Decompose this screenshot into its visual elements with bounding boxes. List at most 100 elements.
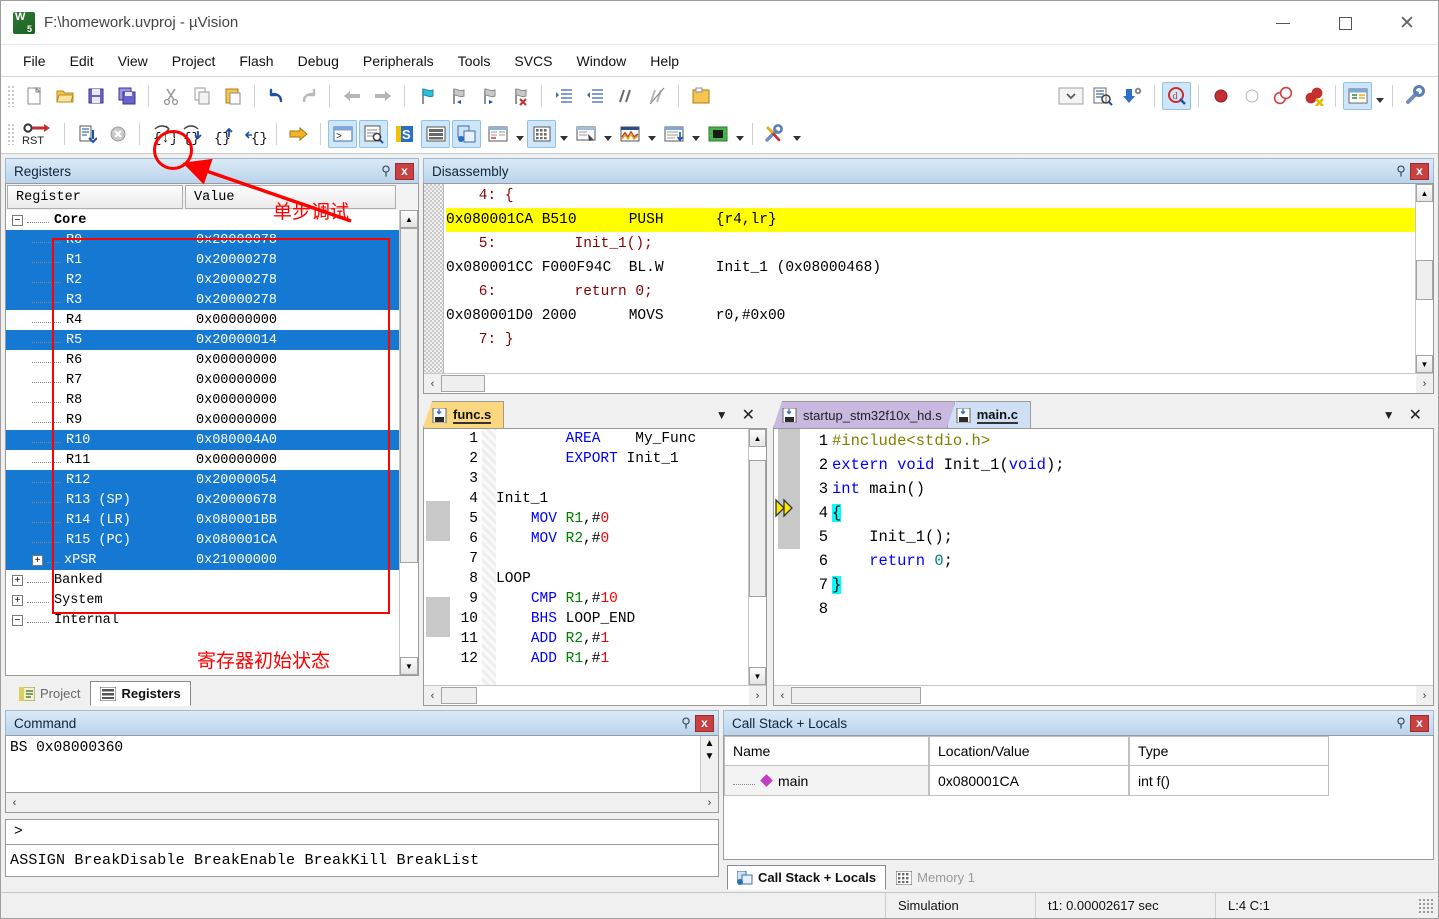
disassembly-source-line[interactable]: 4: { xyxy=(444,184,1415,208)
target-options-icon[interactable] xyxy=(1087,82,1116,110)
paste-icon[interactable] xyxy=(218,82,247,110)
editor-tab-func-s[interactable]: func.s xyxy=(423,401,505,428)
register-row[interactable]: + System xyxy=(6,590,399,610)
tree-expander-icon[interactable]: + xyxy=(12,574,23,586)
table-row[interactable]: main 0x080001CA int f() xyxy=(724,766,1433,796)
scroll-thumb[interactable] xyxy=(441,375,485,392)
tree-expander-icon[interactable]: − xyxy=(12,614,23,626)
dock-tab-project[interactable]: Project xyxy=(9,681,90,706)
register-row[interactable]: R13 (SP) 0x20000678 xyxy=(6,490,399,510)
register-row[interactable]: + xPSR 0x21000000 xyxy=(6,550,399,570)
disassembly-instruction-line[interactable]: 0x080001D0 2000 MOVS r0,#0x00 xyxy=(446,304,1415,328)
editor-left-code-line[interactable]: BHS LOOP_END xyxy=(496,609,748,629)
scroll-up-button[interactable]: ▲ xyxy=(1416,184,1433,202)
editor-left-code-line[interactable]: ADD R1,#1 xyxy=(496,649,748,669)
editor-right-code-line[interactable]: extern void Init_1(void); xyxy=(832,453,1427,477)
manage-components-icon[interactable] xyxy=(1118,82,1147,110)
callstack-row-name[interactable]: main xyxy=(724,766,929,796)
scroll-track[interactable] xyxy=(441,686,749,705)
editor-left-code-line[interactable] xyxy=(496,469,748,489)
register-row[interactable]: R10 0x080004A0 xyxy=(6,430,399,450)
scroll-thumb[interactable] xyxy=(749,460,766,597)
register-row[interactable]: − Core xyxy=(6,210,399,230)
registers-window-icon[interactable] xyxy=(421,120,450,148)
target-select-icon[interactable] xyxy=(1056,82,1085,110)
editor-left-vertical-scrollbar[interactable]: ▲ ▼ xyxy=(748,429,766,685)
tools-dropdown-icon[interactable] xyxy=(790,120,803,148)
copy-icon[interactable] xyxy=(187,82,216,110)
registers-vertical-scrollbar[interactable]: ▲ ▼ xyxy=(399,210,418,675)
new-file-icon[interactable] xyxy=(19,82,48,110)
editor-right-text[interactable]: #include<stdio.h> extern void Init_1(void… xyxy=(832,429,1427,685)
tree-expander-icon[interactable]: + xyxy=(12,594,23,606)
scroll-down-button[interactable]: ▼ xyxy=(705,751,715,762)
menu-help[interactable]: Help xyxy=(638,49,691,73)
uncomment-icon[interactable] xyxy=(642,82,671,110)
scroll-right-button[interactable]: › xyxy=(1416,378,1433,390)
close-icon[interactable]: x xyxy=(695,714,714,732)
editor-left-code-line[interactable]: ADD R2,#1 xyxy=(496,629,748,649)
disassembly-window-icon[interactable] xyxy=(359,120,388,148)
register-list[interactable]: − Core R0 0x20000078 R1 0x20000278 R2 0x2000027… xyxy=(6,210,399,675)
toolbar-grip[interactable] xyxy=(7,85,15,107)
disassembly-horizontal-scrollbar[interactable]: ‹ › xyxy=(424,373,1433,393)
scroll-down-button[interactable]: ▼ xyxy=(400,657,418,675)
scroll-left-button[interactable]: ‹ xyxy=(774,690,791,702)
analysis-window-icon[interactable] xyxy=(615,120,644,148)
menu-tools[interactable]: Tools xyxy=(446,49,503,73)
outdent-icon[interactable] xyxy=(580,82,609,110)
column-header-location[interactable]: Location/Value xyxy=(929,736,1129,766)
disassembly-instruction-line[interactable]: 0x080001CC F000F94C BL.W Init_1 (0x08000… xyxy=(446,256,1415,280)
chevron-down-icon[interactable]: ▼ xyxy=(1383,408,1395,422)
editor-left-code-line[interactable]: LOOP xyxy=(496,569,748,589)
editor-tab-startup[interactable]: startup_stm32f10x_hd.s xyxy=(773,401,955,428)
command-window-icon[interactable]: > xyxy=(328,120,357,148)
close-icon[interactable]: ✕ xyxy=(742,405,755,425)
scroll-left-button[interactable]: ‹ xyxy=(424,690,441,702)
watch-window-icon[interactable] xyxy=(483,120,512,148)
disassembly-source-line[interactable]: 5: Init_1(); xyxy=(444,232,1415,256)
register-row[interactable]: R8 0x00000000 xyxy=(6,390,399,410)
scroll-track[interactable] xyxy=(400,228,418,657)
menu-debug[interactable]: Debug xyxy=(286,49,351,73)
bookmark-prev-icon[interactable] xyxy=(443,82,472,110)
scroll-thumb[interactable] xyxy=(441,687,477,704)
editor-left-horizontal-scrollbar[interactable]: ‹ › xyxy=(424,685,766,705)
scroll-right-button[interactable]: › xyxy=(1416,690,1433,702)
command-output[interactable]: BS 0x08000360 ▲ ▼ xyxy=(5,735,719,793)
bookmark-toggle-icon[interactable] xyxy=(412,82,441,110)
dock-tab-registers[interactable]: Registers xyxy=(90,681,191,706)
open-file-icon[interactable] xyxy=(50,82,79,110)
column-header-register[interactable]: Register xyxy=(7,185,183,209)
disable-all-breakpoints-icon[interactable] xyxy=(1268,82,1297,110)
indent-icon[interactable] xyxy=(549,82,578,110)
editor-right-code-line[interactable]: return 0; xyxy=(832,549,1427,573)
close-icon[interactable]: x xyxy=(1410,162,1429,180)
build-icon[interactable] xyxy=(686,82,715,110)
reset-icon[interactable]: RST xyxy=(19,120,57,148)
system-viewer-dropdown-icon[interactable] xyxy=(733,120,746,148)
register-row[interactable]: R6 0x00000000 xyxy=(6,350,399,370)
tree-expander-icon[interactable]: − xyxy=(12,214,23,226)
pin-icon[interactable]: ⚲ xyxy=(677,715,695,731)
symbols-window-icon[interactable]: S xyxy=(390,120,419,148)
step-into-icon[interactable]: {↓} xyxy=(147,120,176,148)
editor-left-code-line[interactable]: CMP R1,#10 xyxy=(496,589,748,609)
command-input[interactable]: > xyxy=(5,819,719,845)
pin-icon[interactable]: ⚲ xyxy=(1392,163,1410,179)
redo-icon[interactable] xyxy=(293,82,322,110)
memory-window-dropdown-icon[interactable] xyxy=(557,120,570,148)
disassembly-instruction-line[interactable]: 0x080001CA B510 PUSH {r4,lr} xyxy=(446,208,1415,232)
menu-view[interactable]: View xyxy=(106,49,160,73)
minimize-button[interactable] xyxy=(1252,1,1314,45)
disassembly-source-line[interactable]: 7: } xyxy=(444,328,1415,352)
menu-svcs[interactable]: SVCS xyxy=(502,49,564,73)
editor-right-code-line[interactable]: int main() xyxy=(832,477,1427,501)
run-to-cursor-icon[interactable]: {} xyxy=(240,120,269,148)
register-row[interactable]: + Banked xyxy=(6,570,399,590)
editor-left-code-line[interactable]: EXPORT Init_1 xyxy=(496,449,748,469)
editor-right-code-line[interactable]: } xyxy=(832,573,1427,597)
disassembly-code[interactable]: 4: {0x080001CA B510 PUSH {r4,lr} 5: Init… xyxy=(444,184,1415,373)
disassembly-gutter[interactable] xyxy=(424,184,444,373)
dock-tab-memory[interactable]: Memory 1 xyxy=(886,865,985,890)
